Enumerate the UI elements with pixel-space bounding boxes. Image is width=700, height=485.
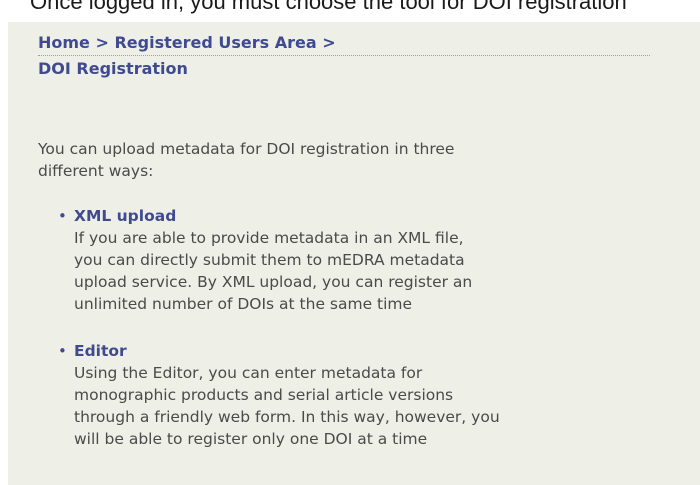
- option-xml-upload: • XML upload If you are able to provide …: [58, 205, 684, 315]
- page-title: DOI Registration: [38, 59, 188, 78]
- caption-text: Once logged in, you must choose the tool…: [30, 0, 627, 14]
- editor-description: Using the Editor, you can enter metadata…: [74, 362, 684, 450]
- description-line: you can directly submit them to mEDRA me…: [74, 251, 465, 269]
- xml-upload-description: If you are able to provide metadata in a…: [74, 227, 684, 315]
- breadcrumb: Home > Registered Users Area >: [38, 32, 650, 56]
- bullet-icon: •: [58, 342, 67, 360]
- screenshot-page: Once logged in, you must choose the tool…: [0, 0, 700, 485]
- xml-upload-link[interactable]: XML upload: [74, 205, 684, 227]
- intro-paragraph: You can upload metadata for DOI registra…: [38, 138, 638, 182]
- description-line: unlimited number of DOIs at the same tim…: [74, 295, 413, 313]
- description-line: monographic products and serial article …: [74, 386, 454, 404]
- breadcrumb-home-link[interactable]: Home: [38, 33, 90, 52]
- description-line: upload service. By XML upload, you can r…: [74, 273, 473, 291]
- bullet-icon: •: [58, 207, 67, 225]
- description-line: If you are able to provide metadata in a…: [74, 229, 464, 247]
- breadcrumb-separator: >: [322, 33, 336, 52]
- intro-line: different ways:: [38, 162, 154, 180]
- option-editor: • Editor Using the Editor, you can enter…: [58, 340, 684, 450]
- intro-line: You can upload metadata for DOI registra…: [38, 140, 455, 158]
- breadcrumb-separator: >: [95, 33, 109, 52]
- content-panel: Home > Registered Users Area > DOI Regis…: [8, 22, 700, 485]
- description-line: will be able to register only one DOI at…: [74, 430, 428, 448]
- editor-link[interactable]: Editor: [74, 340, 684, 362]
- description-line: through a friendly web form. In this way…: [74, 408, 500, 426]
- breadcrumb-registered-users-link[interactable]: Registered Users Area: [114, 33, 316, 52]
- description-line: Using the Editor, you can enter metadata…: [74, 364, 423, 382]
